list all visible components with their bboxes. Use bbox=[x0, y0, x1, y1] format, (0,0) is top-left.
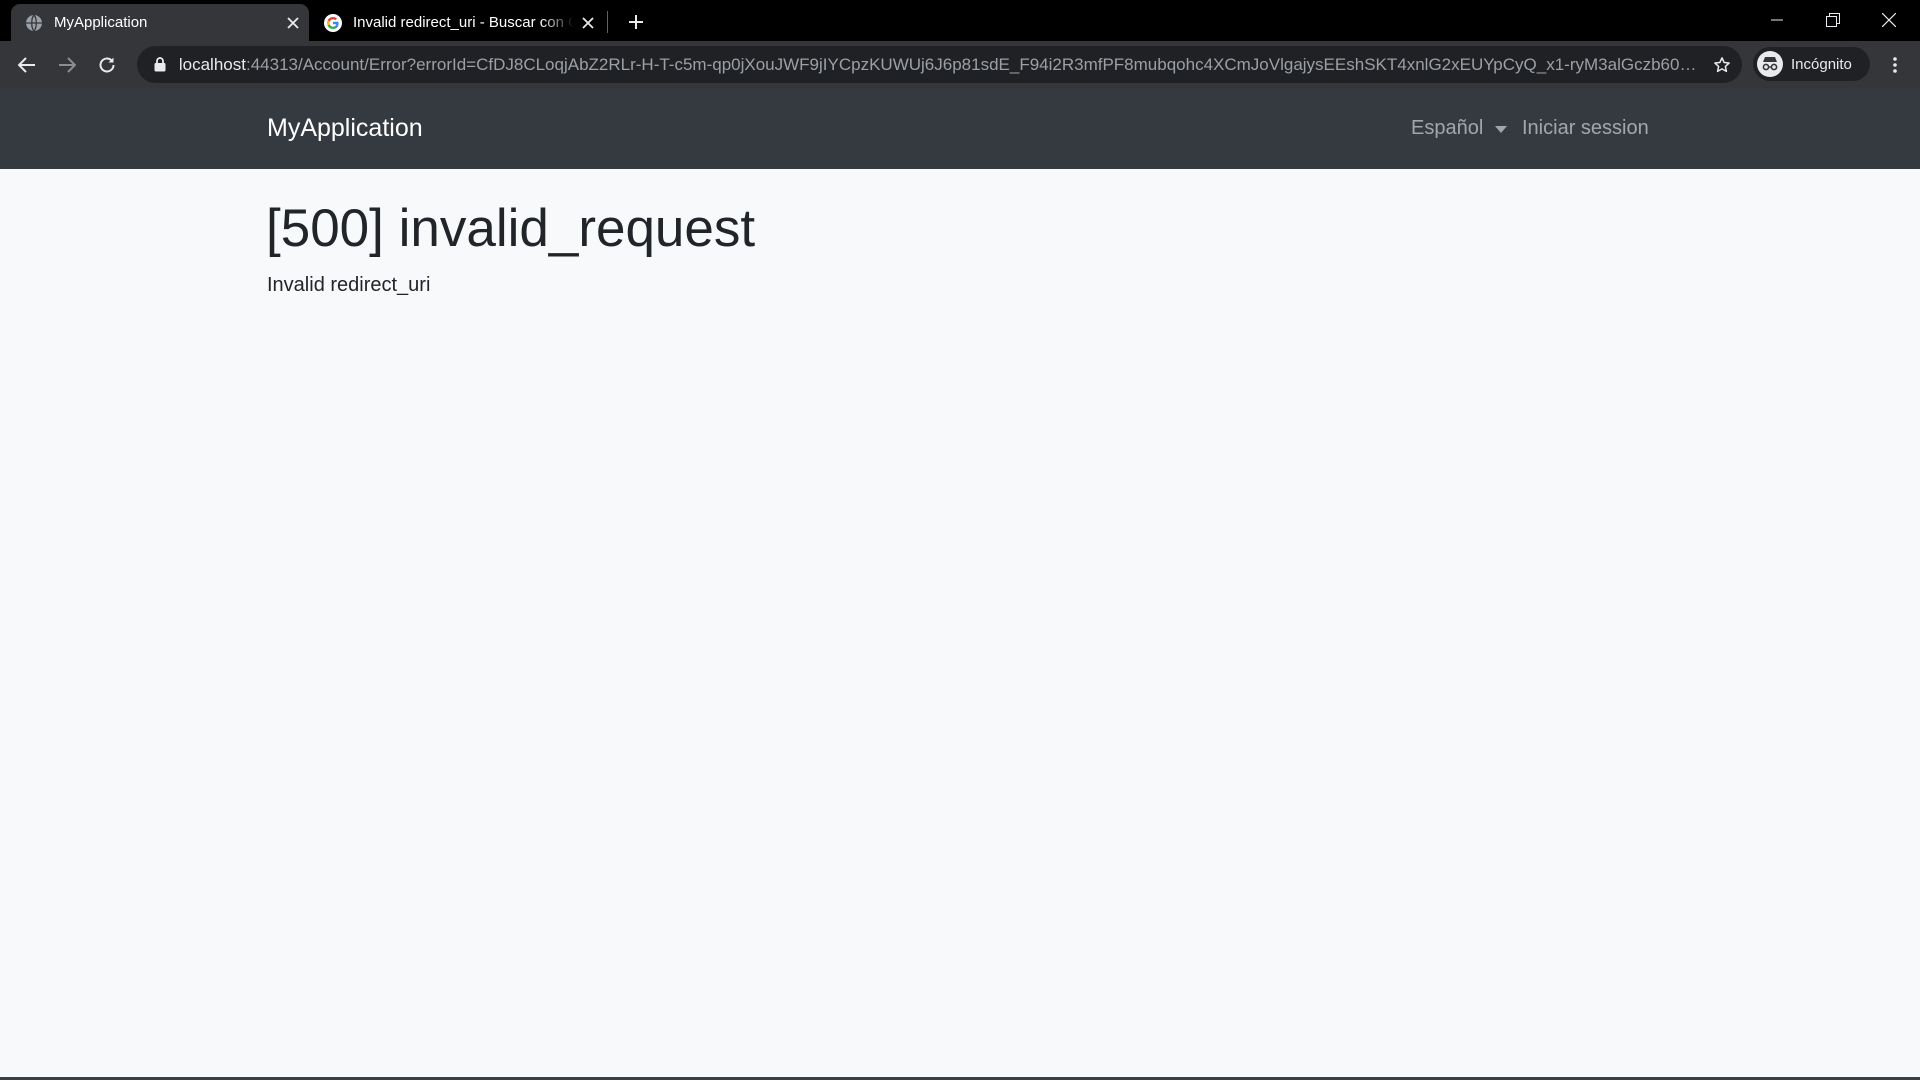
address-url[interactable]: localhost:44313/Account/Error?errorId=Cf… bbox=[179, 55, 1702, 75]
close-tab-icon[interactable] bbox=[574, 9, 602, 37]
reload-icon bbox=[99, 57, 115, 73]
incognito-profile-button[interactable]: Incógnito bbox=[1753, 47, 1870, 81]
back-arrow-icon bbox=[18, 57, 35, 73]
brand-link[interactable]: MyApplication bbox=[267, 116, 423, 141]
minimize-icon bbox=[1771, 19, 1783, 21]
error-heading: [500] invalid_request bbox=[266, 199, 756, 258]
close-tab-icon[interactable] bbox=[279, 9, 307, 37]
globe-icon bbox=[25, 14, 43, 32]
lock-icon[interactable] bbox=[151, 56, 169, 74]
error-message: Invalid redirect_uri bbox=[267, 274, 431, 296]
close-icon bbox=[1882, 13, 1896, 27]
google-icon bbox=[324, 13, 342, 32]
app-navbar: MyApplication Español Iniciar session bbox=[0, 88, 1920, 169]
plus-icon bbox=[629, 15, 643, 29]
url-path: :44313/Account/Error?errorId=CfDJ8CLoqjA… bbox=[245, 54, 1703, 74]
bookmark-star-icon[interactable] bbox=[1702, 46, 1742, 83]
login-link[interactable]: Iniciar session bbox=[1522, 118, 1649, 138]
caret-down-icon bbox=[1495, 125, 1508, 133]
tab-title: MyApplication bbox=[54, 14, 148, 31]
restore-icon bbox=[1826, 13, 1840, 27]
incognito-icon bbox=[1757, 51, 1783, 77]
browser-menu-button[interactable] bbox=[1880, 48, 1910, 82]
tab-google-search[interactable]: Invalid redirect_uri - Buscar con Google bbox=[318, 4, 604, 41]
back-button[interactable] bbox=[10, 48, 44, 82]
url-host: localhost bbox=[178, 54, 246, 74]
more-vert-icon bbox=[1893, 57, 1897, 73]
tab-separator bbox=[607, 11, 608, 33]
forward-arrow-icon bbox=[59, 57, 76, 73]
browser-tabstrip: MyApplication Invalid redirect_uri - Bus… bbox=[0, 0, 1920, 41]
tab-myapplication[interactable]: MyApplication bbox=[11, 4, 309, 41]
forward-button[interactable] bbox=[50, 48, 84, 82]
minimize-button[interactable] bbox=[1749, 0, 1805, 40]
close-window-button[interactable] bbox=[1861, 0, 1917, 40]
tab-title: Invalid redirect_uri - Buscar con Google bbox=[353, 14, 574, 31]
profile-label: Incógnito bbox=[1791, 55, 1852, 73]
language-label: Español bbox=[1411, 117, 1484, 139]
new-tab-button[interactable] bbox=[622, 8, 650, 36]
language-dropdown[interactable]: Español bbox=[1411, 117, 1508, 139]
browser-toolbar: localhost:44313/Account/Error?errorId=Cf… bbox=[0, 41, 1920, 88]
reload-button[interactable] bbox=[90, 48, 124, 82]
address-bar[interactable]: localhost:44313/Account/Error?errorId=Cf… bbox=[137, 46, 1742, 83]
restore-button[interactable] bbox=[1805, 0, 1861, 40]
